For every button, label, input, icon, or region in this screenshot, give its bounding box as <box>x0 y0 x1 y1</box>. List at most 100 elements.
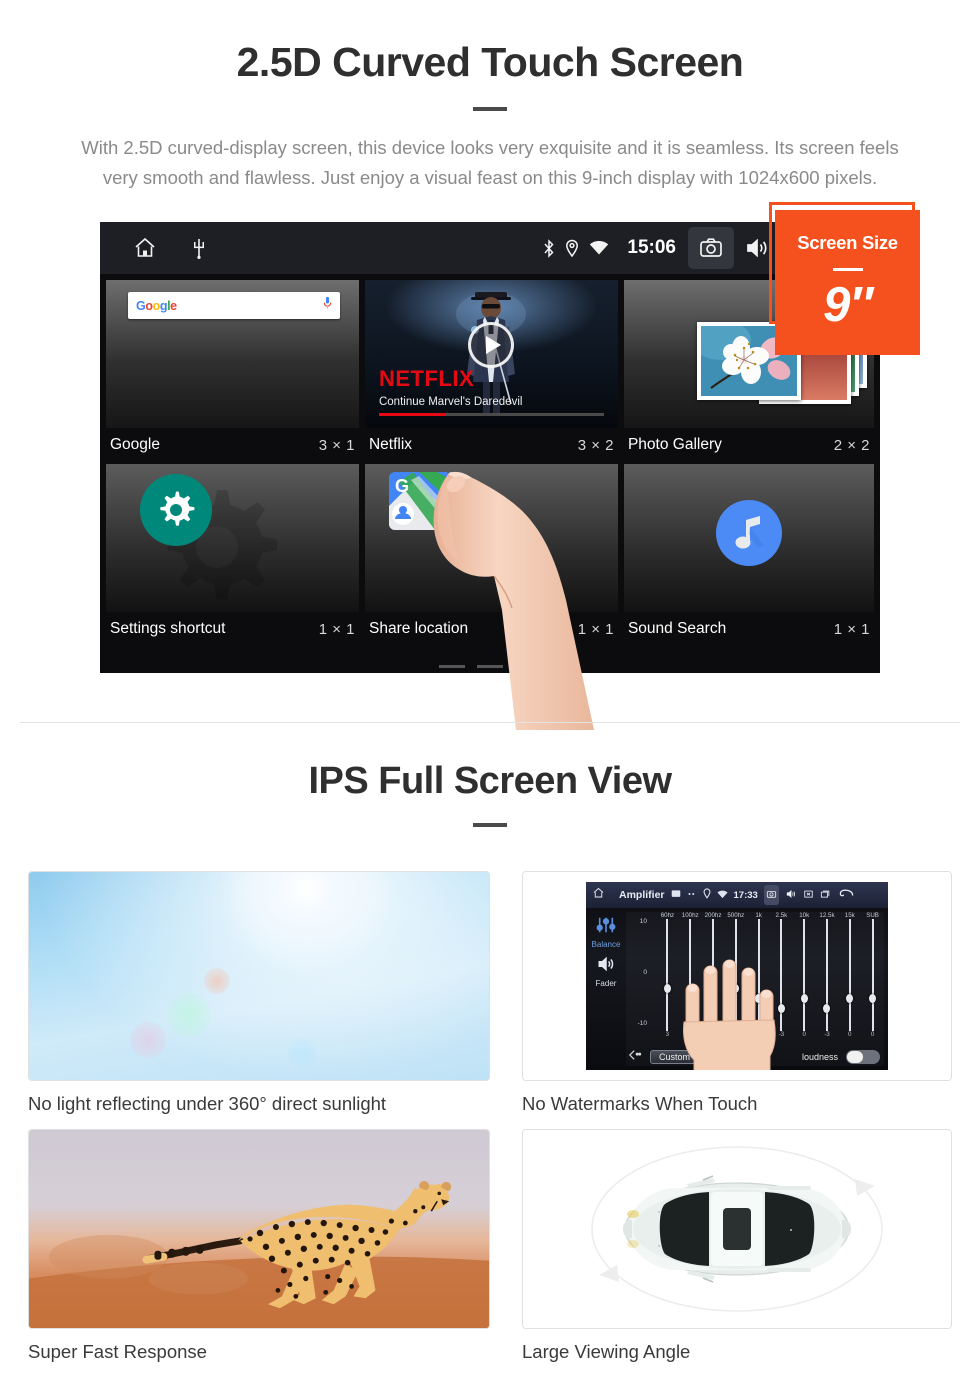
widget-picker-grid: Google Google 3 × 1 NETFLIX Continue Mar… <box>100 274 880 648</box>
panel-caption: Super Fast Response <box>28 1341 207 1362</box>
badge-divider <box>832 268 863 271</box>
band-label: 200hz <box>704 912 722 919</box>
amplifier-clock: 17:33 <box>733 889 758 901</box>
hand-overlay <box>683 959 776 1070</box>
location-icon <box>565 239 579 258</box>
page-indicator[interactable] <box>100 665 880 668</box>
widget-netflix[interactable]: NETFLIX Continue Marvel's Daredevil Netf… <box>364 280 618 464</box>
eq-slider[interactable] <box>656 919 679 1031</box>
netflix-logo: NETFLIX <box>378 366 475 391</box>
eq-value: 0 <box>848 1031 852 1038</box>
close-box-icon[interactable] <box>803 886 814 904</box>
preset-prev-icon[interactable] <box>628 1048 642 1066</box>
car-rotation-diagram <box>591 1146 883 1312</box>
screen-size-label: Screen Size <box>797 232 898 253</box>
usb-icon[interactable] <box>192 237 206 259</box>
panel-caption: Large Viewing Angle <box>522 1341 691 1362</box>
widget-label: Sound Search <box>627 620 727 637</box>
widget-caption: Google 3 × 1 <box>106 428 359 464</box>
band-label: 60hz <box>660 912 675 919</box>
settings-gear-icon[interactable] <box>140 474 212 546</box>
camera-icon[interactable] <box>688 227 734 269</box>
screen-size-badge: Screen Size 9″ <box>775 210 920 355</box>
svg-text:G: G <box>395 476 409 496</box>
widget-label: Photo Gallery <box>627 436 722 453</box>
feature-panel-viewing-angle: Large Viewing Angle <box>522 1129 952 1363</box>
microphone-icon[interactable] <box>323 296 332 315</box>
curved-touch-screen-section: 2.5D Curved Touch Screen With 2.5D curve… <box>0 0 980 730</box>
widget-preview-settings[interactable] <box>106 464 359 612</box>
volume-icon[interactable] <box>785 886 797 904</box>
widget-preview-share-location[interactable]: G <box>364 464 618 612</box>
section-two-underline <box>473 823 507 827</box>
camera-icon[interactable] <box>763 885 779 905</box>
eq-slider[interactable] <box>816 919 839 1031</box>
widget-caption: Settings shortcut 1 × 1 <box>106 612 359 648</box>
widget-row-2: Settings shortcut 1 × 1 G Share location… <box>106 464 874 648</box>
widget-caption: Share location 1 × 1 <box>365 612 618 648</box>
status-clock: 15:06 <box>627 237 676 258</box>
back-arrow-icon[interactable] <box>839 886 854 904</box>
cheetah-photo <box>28 1129 490 1329</box>
page-dot[interactable] <box>477 665 503 668</box>
widget-caption: Sound Search 1 × 1 <box>624 612 874 648</box>
fader-label[interactable]: Fader <box>586 979 626 988</box>
band-label: 100hz <box>681 912 699 919</box>
widget-label: Share location <box>368 620 469 637</box>
feature-panel-sunlight: No light reflecting under 360° direct su… <box>28 871 490 1115</box>
widget-preview-google[interactable]: Google <box>106 280 359 428</box>
page-title: 2.5D Curved Touch Screen <box>236 39 744 85</box>
wifi-icon <box>589 240 609 256</box>
ips-full-screen-view-section: IPS Full Screen View No light reflecting… <box>0 722 980 1394</box>
android-head-unit-screenshot: 15:06 Google Google 3 × 1 NETFLIX Contin… <box>100 222 880 673</box>
widget-label: Google <box>110 436 160 453</box>
loudness-toggle[interactable] <box>846 1050 880 1064</box>
amplifier-status-bar: Amplifier 17:33 <box>586 882 888 908</box>
widget-settings-shortcut[interactable]: Settings shortcut 1 × 1 <box>106 464 359 648</box>
widget-preview-sound-search[interactable] <box>623 464 874 612</box>
widget-share-location[interactable]: G Share location 1 × 1 <box>364 464 618 648</box>
balance-label[interactable]: Balance <box>586 940 626 949</box>
widget-google[interactable]: Google Google 3 × 1 <box>106 280 359 464</box>
widget-dims: 1 × 1 <box>577 620 614 638</box>
netflix-progress-bar <box>378 413 604 416</box>
google-search-box[interactable]: Google <box>128 292 340 319</box>
feature-panel-amplifier: Amplifier 17:33 Balance Fader 10 0 -10 6… <box>522 871 952 1115</box>
widget-caption: Netflix 3 × 2 <box>365 428 618 464</box>
amplifier-screenshot: Amplifier 17:33 Balance Fader 10 0 -10 6… <box>522 871 952 1081</box>
screen-size-value: 9″ <box>823 278 873 332</box>
fader-volume-icon[interactable] <box>595 955 617 978</box>
page-dot[interactable] <box>439 665 465 668</box>
widget-sound-search[interactable]: Sound Search 1 × 1 <box>623 464 874 648</box>
section-description: With 2.5D curved-display screen, this de… <box>81 137 899 189</box>
eq-value: 0 <box>870 1031 875 1038</box>
recents-icon[interactable] <box>820 886 831 904</box>
band-label: 15k <box>844 912 855 919</box>
loudness-label: loudness <box>801 1052 838 1062</box>
widget-dims: 2 × 2 <box>833 436 870 454</box>
widget-caption: Photo Gallery 2 × 2 <box>624 428 874 464</box>
widget-preview-netflix[interactable]: NETFLIX Continue Marvel's Daredevil <box>364 280 618 428</box>
band-label: SUB <box>866 912 879 919</box>
band-label: 10k <box>799 912 810 919</box>
feature-panel-fast-response: Super Fast Response <box>28 1129 490 1363</box>
music-note-icon[interactable] <box>715 500 782 566</box>
eq-slider[interactable] <box>861 919 884 1031</box>
home-icon[interactable] <box>132 236 158 260</box>
feature-panel-grid: No light reflecting under 360° direct su… <box>0 855 980 1394</box>
eq-slider[interactable] <box>838 919 861 1031</box>
sunlight-photo <box>28 871 490 1081</box>
play-icon[interactable] <box>468 322 515 369</box>
status-bar: 15:06 <box>100 222 880 274</box>
page-dot-active[interactable] <box>515 665 541 668</box>
google-maps-icon[interactable]: G <box>388 472 451 530</box>
eq-value: 3 <box>665 1031 670 1038</box>
band-label: 1k <box>755 912 762 919</box>
band-label: 500hz <box>727 912 745 919</box>
wifi-icon <box>716 886 728 904</box>
media-icon <box>671 886 681 904</box>
home-icon[interactable] <box>592 886 605 904</box>
panel-caption: No light reflecting under 360° direct su… <box>28 1093 387 1114</box>
equalizer-icon[interactable] <box>595 917 617 938</box>
section-two-title: IPS Full Screen View <box>308 760 672 802</box>
